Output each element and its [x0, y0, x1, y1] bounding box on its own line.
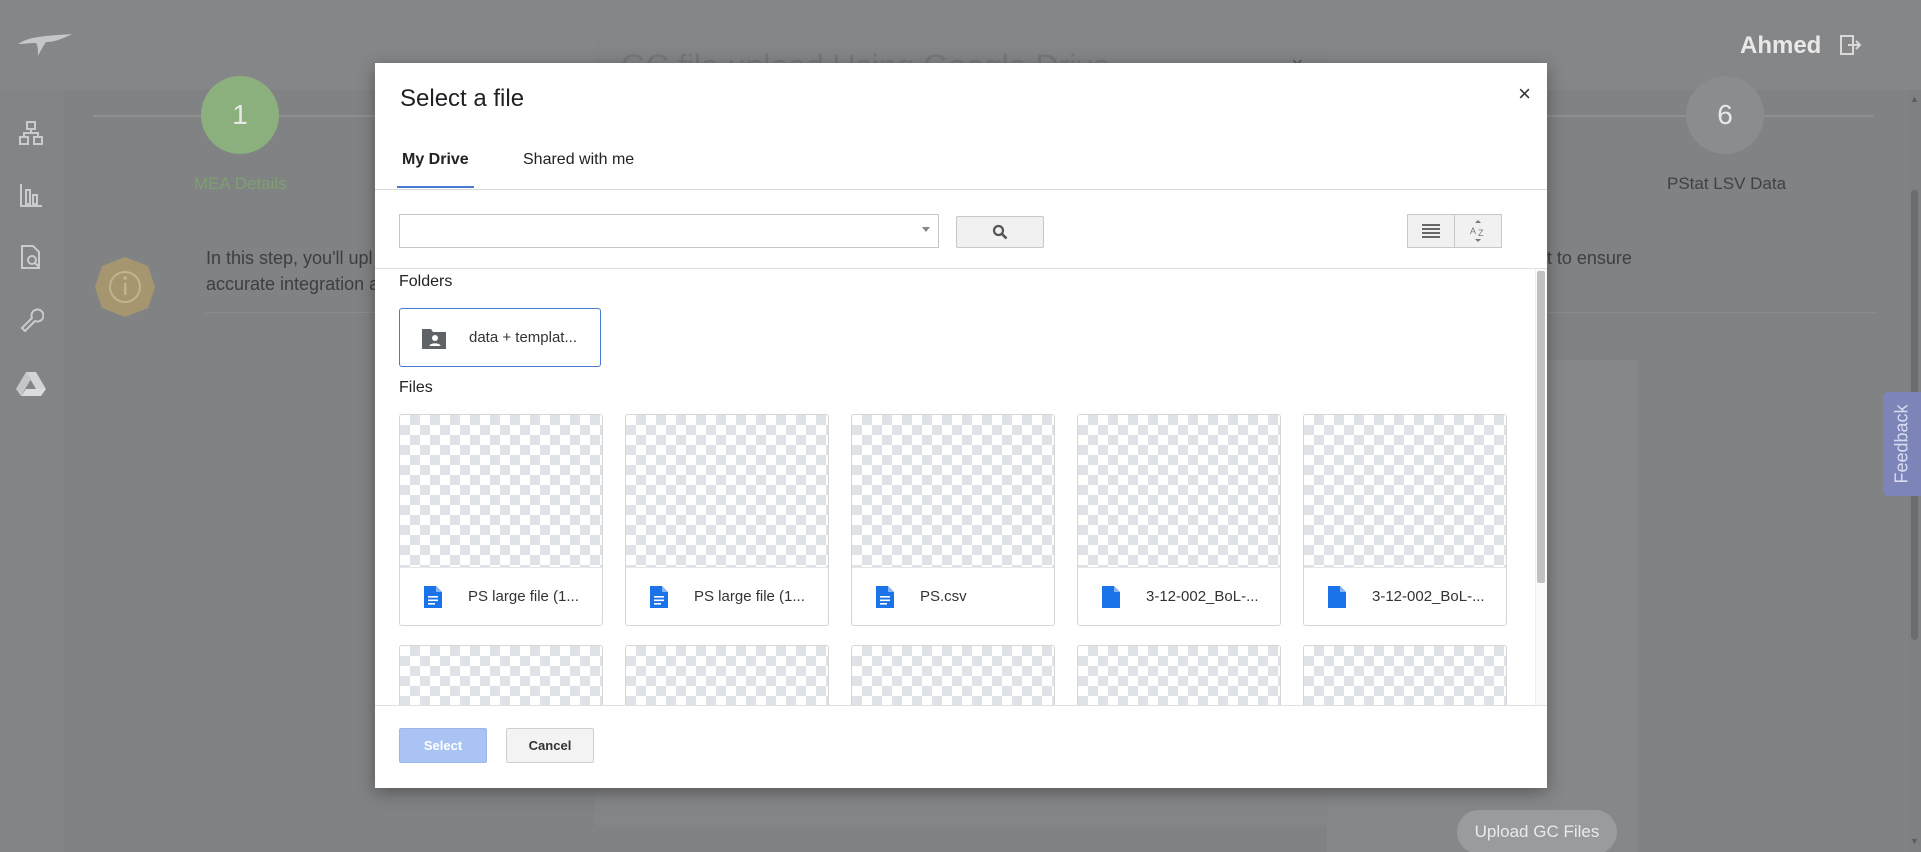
picker-title: Select a file: [400, 85, 525, 112]
file-tile[interactable]: [625, 645, 829, 705]
file-thumbnail: [400, 646, 602, 705]
file-tile[interactable]: 3-12-002_BoL-...: [1077, 414, 1281, 626]
active-tab-indicator: [397, 186, 474, 188]
file-tile[interactable]: [399, 645, 603, 705]
file-name: PS large file (1...: [468, 588, 579, 605]
file-tile[interactable]: [1303, 645, 1507, 705]
file-tile[interactable]: [851, 645, 1055, 705]
step-6-number: 6: [1717, 99, 1733, 130]
step-6-circle[interactable]: 6: [1686, 76, 1764, 154]
google-doc-icon: [650, 586, 668, 608]
file-thumbnail: [1304, 646, 1506, 705]
user-name: Ahmed: [1740, 32, 1822, 59]
wrench-icon[interactable]: [18, 306, 44, 332]
list-view-button[interactable]: [1407, 214, 1455, 248]
scroll-down-arrow[interactable]: ▼: [1909, 836, 1920, 846]
feedback-label: Feedback: [1891, 404, 1912, 484]
file-tile[interactable]: [1077, 645, 1281, 705]
logout-icon[interactable]: [1838, 33, 1862, 57]
google-drive-icon[interactable]: [16, 370, 46, 396]
file-tile[interactable]: PS large file (1...: [625, 414, 829, 626]
search-button[interactable]: [956, 216, 1044, 248]
search-input[interactable]: [399, 214, 939, 248]
step-1-number: 1: [232, 99, 248, 130]
svg-text:A: A: [1470, 226, 1476, 236]
file-name: 3-12-002_BoL-...: [1372, 588, 1485, 605]
step-1-circle[interactable]: 1: [201, 76, 279, 154]
files-heading: Files: [399, 379, 433, 396]
step-1-label: MEA Details: [194, 174, 287, 193]
file-icon: [1102, 586, 1120, 608]
file-thumbnail: [852, 646, 1054, 705]
feedback-tab[interactable]: Feedback: [1883, 392, 1921, 496]
select-button[interactable]: Select: [399, 728, 487, 763]
file-icon: [1328, 586, 1346, 608]
document-search-icon[interactable]: [18, 244, 44, 270]
list-view-icon: [1422, 224, 1440, 238]
sort-az-icon: A Z: [1470, 220, 1484, 242]
app-sidebar: [0, 90, 63, 852]
file-tile[interactable]: 3-12-002_BoL-...: [1303, 414, 1507, 626]
file-name: PS.csv: [920, 588, 967, 605]
sitemap-icon[interactable]: [18, 120, 44, 146]
info-icon: [95, 257, 155, 317]
file-name: PS large file (1...: [694, 588, 805, 605]
divider: [375, 705, 1547, 706]
file-tile[interactable]: PS.csv: [851, 414, 1055, 626]
tab-shared-with-me[interactable]: Shared with me: [523, 151, 634, 169]
file-thumbnail: [626, 415, 828, 568]
file-thumbnail: [1078, 415, 1280, 568]
upload-gc-files-button[interactable]: Upload GC Files: [1457, 810, 1617, 852]
bar-chart-icon[interactable]: [18, 182, 44, 208]
step-6-label: PStat LSV Data: [1667, 174, 1787, 193]
file-picker-dialog: Select a file × My Drive Shared with me …: [375, 63, 1547, 788]
file-thumbnail: [852, 415, 1054, 568]
cancel-button[interactable]: Cancel: [506, 728, 594, 763]
svg-text:Z: Z: [1478, 228, 1484, 238]
folders-heading: Folders: [399, 273, 453, 290]
google-doc-icon: [876, 586, 894, 608]
file-name: 3-12-002_BoL-...: [1146, 588, 1259, 605]
search-icon: [992, 224, 1008, 240]
close-icon[interactable]: ×: [1518, 83, 1531, 105]
divider: [375, 189, 1547, 190]
folder-name: data + templat...: [469, 329, 577, 346]
sort-button[interactable]: A Z: [1454, 214, 1502, 248]
scroll-up-arrow[interactable]: ▲: [1909, 94, 1920, 104]
folder-tile[interactable]: data + templat...: [399, 308, 601, 367]
shared-folder-icon: [422, 329, 446, 349]
file-tile[interactable]: PS large file (1...: [399, 414, 603, 626]
search-dropdown-caret-icon[interactable]: [922, 227, 930, 232]
file-browser: Folders data + templat... Files PS large…: [375, 269, 1535, 705]
file-thumbnail: [626, 646, 828, 705]
google-doc-icon: [424, 586, 442, 608]
tab-my-drive[interactable]: My Drive: [402, 151, 469, 169]
file-thumbnail: [1078, 646, 1280, 705]
file-thumbnail: [1304, 415, 1506, 568]
picker-scrollbar-thumb[interactable]: [1537, 271, 1545, 583]
app-logo[interactable]: [16, 30, 74, 58]
file-thumbnail: [400, 415, 602, 568]
